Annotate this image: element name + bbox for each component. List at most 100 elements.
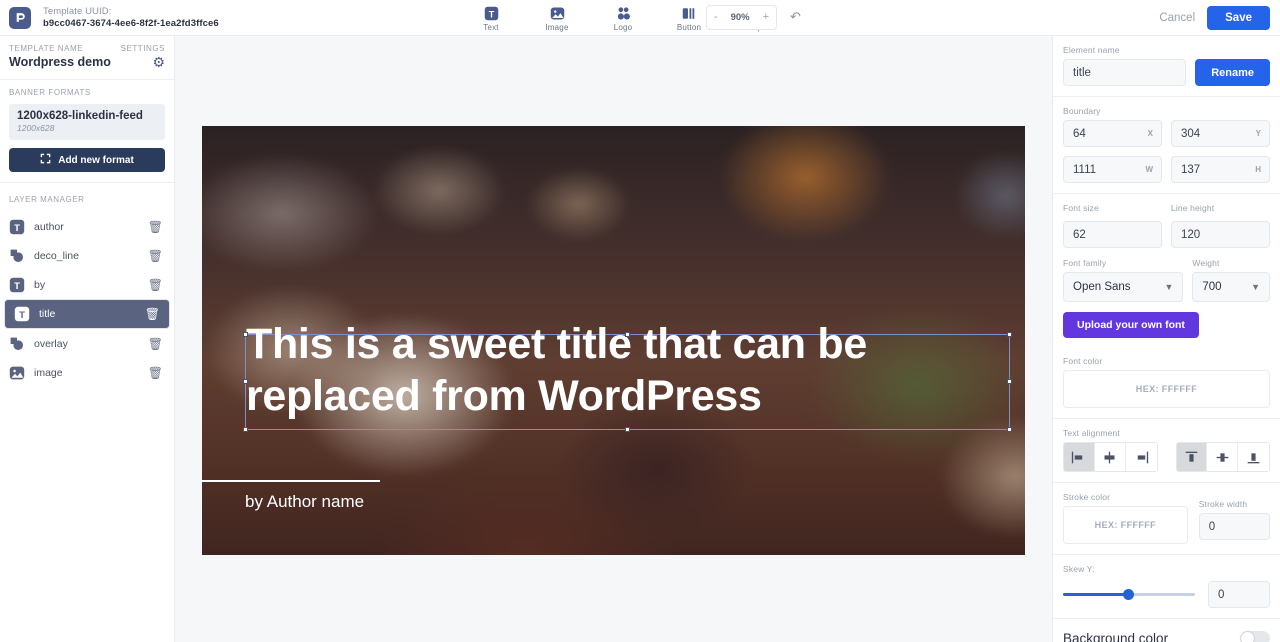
boundary-h-suffix: H (1255, 165, 1261, 174)
layer-list: T author 🗑 deco_line 🗑 T by 🗑 T title 🗑 … (0, 208, 174, 391)
layer-name: title (39, 308, 56, 320)
resize-handle-top-left[interactable] (243, 332, 248, 337)
zoom-out-button[interactable]: - (714, 12, 718, 23)
banner-format-name: 1200x628-linkedin-feed (17, 110, 143, 122)
tool-text[interactable]: T Text (468, 5, 514, 32)
template-uuid-label: Template UUID: (43, 5, 112, 17)
left-sidebar: TEMPLATE NAME Settings Wordpress demo ⚙ … (0, 36, 175, 642)
tool-image-label: Image (545, 22, 569, 32)
font-family-value: Open Sans (1073, 281, 1131, 293)
chevron-down-icon: ▼ (1251, 282, 1260, 292)
align-left-button[interactable] (1064, 443, 1095, 471)
resize-handle-bottom-center[interactable] (624, 427, 630, 432)
toggle-knob (1241, 632, 1254, 642)
button-tool-icon (682, 5, 697, 22)
text-alignment-label: Text alignment (1063, 428, 1120, 438)
text-layer-icon: T (9, 219, 25, 235)
stroke-color-swatch[interactable]: HEX: FFFFFF (1063, 506, 1188, 544)
resize-handle-middle-left[interactable] (243, 379, 248, 384)
image-tool-icon (550, 5, 565, 22)
layer-item-by[interactable]: T by 🗑 (4, 270, 170, 299)
deco-line-element[interactable] (202, 480, 380, 482)
weight-label: Weight (1192, 258, 1220, 268)
skew-y-input[interactable]: 0 (1208, 581, 1270, 608)
background-color-toggle[interactable] (1240, 631, 1270, 642)
save-button[interactable]: Save (1207, 6, 1270, 30)
resize-handle-top-center[interactable] (624, 332, 630, 337)
delete-layer-icon[interactable]: 🗑 (148, 250, 163, 262)
font-color-label: Font color (1063, 356, 1103, 366)
layer-item-author[interactable]: T author 🗑 (4, 212, 170, 241)
banner-format-dimensions: 1200x628 (17, 123, 55, 133)
template-uuid: Template UUID: b9cc0467-3674-4ee6-8f2f-1… (43, 6, 219, 30)
delete-layer-icon[interactable]: 🗑 (148, 367, 163, 379)
tool-logo[interactable]: Logo (600, 5, 646, 32)
resize-handle-middle-right[interactable] (1007, 379, 1012, 384)
shape-layer-icon (9, 336, 25, 352)
svg-text:T: T (19, 310, 25, 321)
line-height-input[interactable]: 120 (1171, 221, 1270, 248)
crop-frame-icon (40, 153, 51, 167)
resize-handle-top-right[interactable] (1007, 332, 1012, 337)
gear-icon[interactable]: ⚙ (152, 55, 165, 69)
undo-icon[interactable]: ↶ (790, 10, 801, 23)
upload-font-button[interactable]: Upload your own font (1063, 312, 1199, 338)
add-new-format-button[interactable]: Add new format (9, 148, 165, 172)
stroke-width-input[interactable]: 0 (1198, 513, 1270, 540)
zoom-in-button[interactable]: + (763, 12, 769, 23)
banner-formats-section: BANNER FORMATS 1200x628-linkedin-feed 12… (0, 80, 174, 183)
template-uuid-value: b9cc0467-3674-4ee6-8f2f-1ea2fd3ffce6 (43, 17, 219, 29)
title-element-selection[interactable]: This is a sweet title that can be replac… (243, 320, 1012, 432)
chevron-down-icon: ▼ (1164, 282, 1174, 292)
banner-format-item[interactable]: 1200x628-linkedin-feed 1200x628 (9, 104, 165, 140)
text-layer-icon: T (9, 277, 25, 293)
banner-canvas[interactable]: This is a sweet title that can be replac… (202, 126, 1025, 555)
layer-name: image (34, 366, 63, 379)
resize-handle-bottom-left[interactable] (243, 427, 248, 432)
boundary-y-input[interactable]: 304 Y (1171, 120, 1270, 147)
author-element-text[interactable]: by Author name (245, 492, 364, 512)
app-logo-icon[interactable] (9, 6, 31, 29)
tool-image[interactable]: Image (534, 5, 580, 32)
skew-y-section: Skew Y: 0 (1053, 555, 1280, 619)
layer-item-deco_line[interactable]: deco_line 🗑 (4, 241, 170, 270)
app-root: Template UUID: b9cc0467-3674-4ee6-8f2f-1… (0, 0, 1280, 642)
template-section: TEMPLATE NAME Settings Wordpress demo ⚙ (0, 36, 174, 80)
layer-item-overlay[interactable]: overlay 🗑 (4, 329, 170, 358)
boundary-w-input[interactable]: 1111 W (1063, 156, 1162, 183)
align-center-button[interactable] (1094, 443, 1126, 471)
delete-layer-icon[interactable]: 🗑 (148, 221, 163, 233)
delete-layer-icon[interactable]: 🗑 (145, 308, 160, 320)
settings-caption: Settings (120, 44, 165, 53)
resize-handle-bottom-right[interactable] (1007, 427, 1012, 432)
font-family-select[interactable]: Open Sans ▼ (1063, 272, 1184, 302)
align-right-button[interactable] (1125, 443, 1157, 471)
element-name-input[interactable]: title (1063, 59, 1187, 86)
layer-item-image[interactable]: image 🗑 (4, 358, 170, 387)
align-middle-button[interactable] (1207, 443, 1239, 471)
weight-select[interactable]: 700 ▼ (1192, 272, 1270, 302)
background-color-label: Background color (1063, 631, 1169, 642)
font-color-swatch[interactable]: HEX: FFFFFF (1063, 370, 1270, 408)
layer-name: overlay (34, 337, 68, 350)
skew-y-slider[interactable] (1063, 589, 1195, 600)
font-family-section: Font family Open Sans ▼ Weight 700 ▼ Upl… (1053, 252, 1280, 348)
cancel-button[interactable]: Cancel (1159, 12, 1195, 24)
boundary-x-input[interactable]: 64 X (1063, 120, 1162, 147)
align-bottom-button[interactable] (1238, 443, 1269, 471)
boundary-h-value: 137 (1181, 163, 1201, 176)
boundary-h-input[interactable]: 137 H (1171, 156, 1270, 183)
zoom-control: - 90% + (706, 5, 777, 30)
layer-item-title[interactable]: T title 🗑 (4, 299, 170, 329)
delete-layer-icon[interactable]: 🗑 (148, 279, 163, 291)
layer-name: by (34, 278, 46, 291)
delete-layer-icon[interactable]: 🗑 (148, 338, 163, 350)
align-top-button[interactable] (1176, 443, 1208, 471)
skew-y-slider-knob[interactable] (1122, 589, 1134, 600)
font-size-input[interactable]: 62 (1063, 221, 1162, 248)
canvas-area[interactable]: This is a sweet title that can be replac… (175, 36, 1052, 642)
layer-name: deco_line (34, 249, 79, 262)
skew-y-label: Skew Y: (1063, 564, 1095, 574)
properties-panel: Element name title Rename Boundary 64 X … (1052, 36, 1280, 642)
rename-button[interactable]: Rename (1195, 59, 1270, 86)
